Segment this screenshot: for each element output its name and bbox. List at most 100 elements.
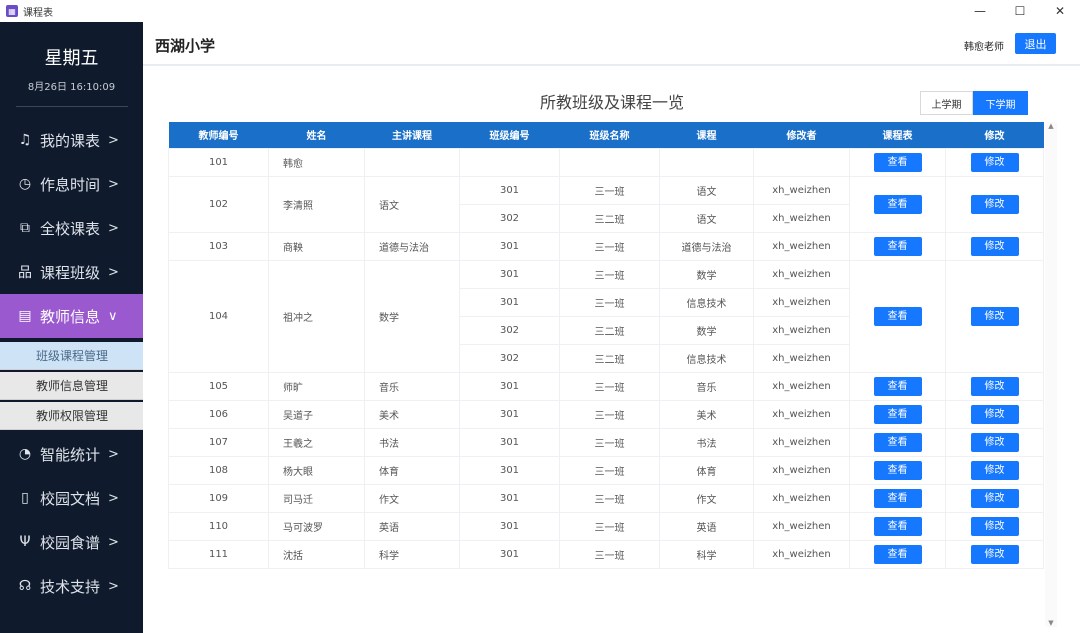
view-schedule-button[interactable]: 查看 — [873, 152, 922, 172]
edit-cell: 修改 — [945, 483, 1044, 513]
close-button[interactable]: ✕ — [1040, 0, 1080, 22]
edit-cell: 修改 — [945, 147, 1044, 177]
class-id-cell: 301 — [459, 175, 560, 205]
maximize-button[interactable]: ☐ — [1000, 0, 1040, 22]
schedule-cell: 查看 — [849, 259, 946, 373]
column-header: 课程 — [659, 122, 754, 148]
course-cell: 数学 — [659, 315, 754, 345]
submenu-item[interactable]: 教师权限管理 — [0, 402, 143, 430]
edit-button[interactable]: 修改 — [970, 152, 1019, 172]
logout-button[interactable]: 退出 — [1015, 33, 1056, 54]
sidebar-item-copy[interactable]: ⧉ 全校课表 > — [0, 206, 143, 250]
edit-button[interactable]: 修改 — [970, 488, 1019, 508]
edit-button[interactable]: 修改 — [970, 236, 1019, 256]
editor-cell: xh_weizhen — [753, 399, 850, 429]
teacher-name-cell: 王羲之 — [268, 427, 365, 457]
sidebar-item-org[interactable]: 品课程班级 > — [0, 250, 143, 294]
view-schedule-button[interactable]: 查看 — [873, 488, 922, 508]
class-name-cell: 三一班 — [559, 175, 660, 205]
edit-button[interactable]: 修改 — [970, 376, 1019, 396]
view-schedule-button[interactable]: 查看 — [873, 306, 922, 326]
edit-button[interactable]: 修改 — [970, 404, 1019, 424]
class-id-cell — [459, 147, 560, 177]
course-cell: 书法 — [659, 427, 754, 457]
edit-button[interactable]: 修改 — [970, 194, 1019, 214]
class-name-cell — [559, 147, 660, 177]
edit-button[interactable]: 修改 — [970, 306, 1019, 326]
sidebar-item-pie[interactable]: ◔ 智能统计 > — [0, 432, 143, 476]
class-id-cell: 301 — [459, 399, 560, 429]
edit-button[interactable]: 修改 — [970, 544, 1019, 564]
schedule-cell: 查看 — [849, 175, 946, 233]
column-header: 课程表 — [849, 122, 946, 148]
view-schedule-button[interactable]: 查看 — [873, 404, 922, 424]
column-header: 班级名称 — [559, 122, 660, 148]
class-name-cell: 三二班 — [559, 315, 660, 345]
class-id-cell: 301 — [459, 539, 560, 569]
view-schedule-button[interactable]: 查看 — [873, 460, 922, 480]
course-cell: 音乐 — [659, 371, 754, 401]
view-schedule-button[interactable]: 查看 — [873, 516, 922, 536]
schedule-cell: 查看 — [849, 427, 946, 457]
chevron-right-icon: > — [108, 220, 119, 236]
sidebar-item-label: 教师信息 — [40, 307, 101, 326]
schedule-cell: 查看 — [849, 483, 946, 513]
table-scrollbar[interactable]: ▲ ▼ — [1045, 122, 1057, 627]
class-id-cell: 302 — [459, 315, 560, 345]
teacher-name-cell: 马可波罗 — [268, 511, 365, 541]
teacher-id-cell: 103 — [168, 231, 269, 261]
schedule-cell: 查看 — [849, 231, 946, 261]
view-schedule-button[interactable]: 查看 — [873, 194, 922, 214]
edit-button[interactable]: 修改 — [970, 460, 1019, 480]
scroll-up-icon[interactable]: ▲ — [1045, 122, 1057, 130]
submenu-item[interactable]: 班级课程管理 — [0, 342, 143, 370]
class-id-cell: 301 — [459, 231, 560, 261]
org-icon: 品 — [18, 265, 32, 281]
sidebar-item-label: 技术支持 — [40, 577, 101, 596]
edit-cell: 修改 — [945, 539, 1044, 569]
class-name-cell: 三一班 — [559, 455, 660, 485]
sidebar-item-bell[interactable]: ♫ 我的课表 > — [0, 118, 143, 162]
subject-cell: 书法 — [364, 427, 460, 457]
subject-cell: 音乐 — [364, 371, 460, 401]
sidebar-item-doc[interactable]: ▯ 校园文档 > — [0, 476, 143, 520]
subject-cell: 美术 — [364, 399, 460, 429]
column-header: 班级编号 — [459, 122, 560, 148]
view-schedule-button[interactable]: 查看 — [873, 544, 922, 564]
edit-button[interactable]: 修改 — [970, 432, 1019, 452]
teacher-name-cell: 韩愈 — [268, 147, 365, 177]
sidebar-item-form[interactable]: ▤ 教师信息 ∨ — [0, 294, 143, 338]
course-cell: 英语 — [659, 511, 754, 541]
course-cell: 科学 — [659, 539, 754, 569]
edit-button[interactable]: 修改 — [970, 516, 1019, 536]
editor-cell: xh_weizhen — [753, 315, 850, 345]
subject-cell: 科学 — [364, 539, 460, 569]
view-schedule-button[interactable]: 查看 — [873, 376, 922, 396]
semester-second-button[interactable]: 下学期 — [973, 91, 1028, 115]
course-cell: 语文 — [659, 203, 754, 233]
chevron-right-icon: > — [108, 264, 119, 280]
chevron-down-icon: ∨ — [108, 308, 118, 324]
semester-first-button[interactable]: 上学期 — [920, 91, 973, 115]
editor-cell: xh_weizhen — [753, 483, 850, 513]
divider — [16, 106, 128, 107]
sidebar-item-fork[interactable]: Ψ 校园食谱 > — [0, 520, 143, 564]
sidebar-item-clock[interactable]: ◷ 作息时间 > — [0, 162, 143, 206]
table-row: 110 马可波罗 英语 301 三一班 英语 xh_weizhen 查看 修改 — [168, 511, 1044, 541]
editor-cell: xh_weizhen — [753, 287, 850, 317]
scroll-down-icon[interactable]: ▼ — [1045, 619, 1057, 627]
editor-cell: xh_weizhen — [753, 455, 850, 485]
sidebar-item-support[interactable]: ☊ 技术支持 > — [0, 564, 143, 608]
editor-cell — [753, 147, 850, 177]
minimize-button[interactable]: — — [960, 0, 1000, 22]
submenu-item[interactable]: 教师信息管理 — [0, 372, 143, 400]
current-teacher[interactable]: 韩愈老师 — [964, 38, 1004, 53]
class-id-cell: 301 — [459, 483, 560, 513]
edit-cell: 修改 — [945, 427, 1044, 457]
view-schedule-button[interactable]: 查看 — [873, 236, 922, 256]
sidebar-item-label: 作息时间 — [40, 175, 101, 194]
schedule-cell: 查看 — [849, 371, 946, 401]
class-id-cell: 301 — [459, 259, 560, 289]
editor-cell: xh_weizhen — [753, 203, 850, 233]
view-schedule-button[interactable]: 查看 — [873, 432, 922, 452]
